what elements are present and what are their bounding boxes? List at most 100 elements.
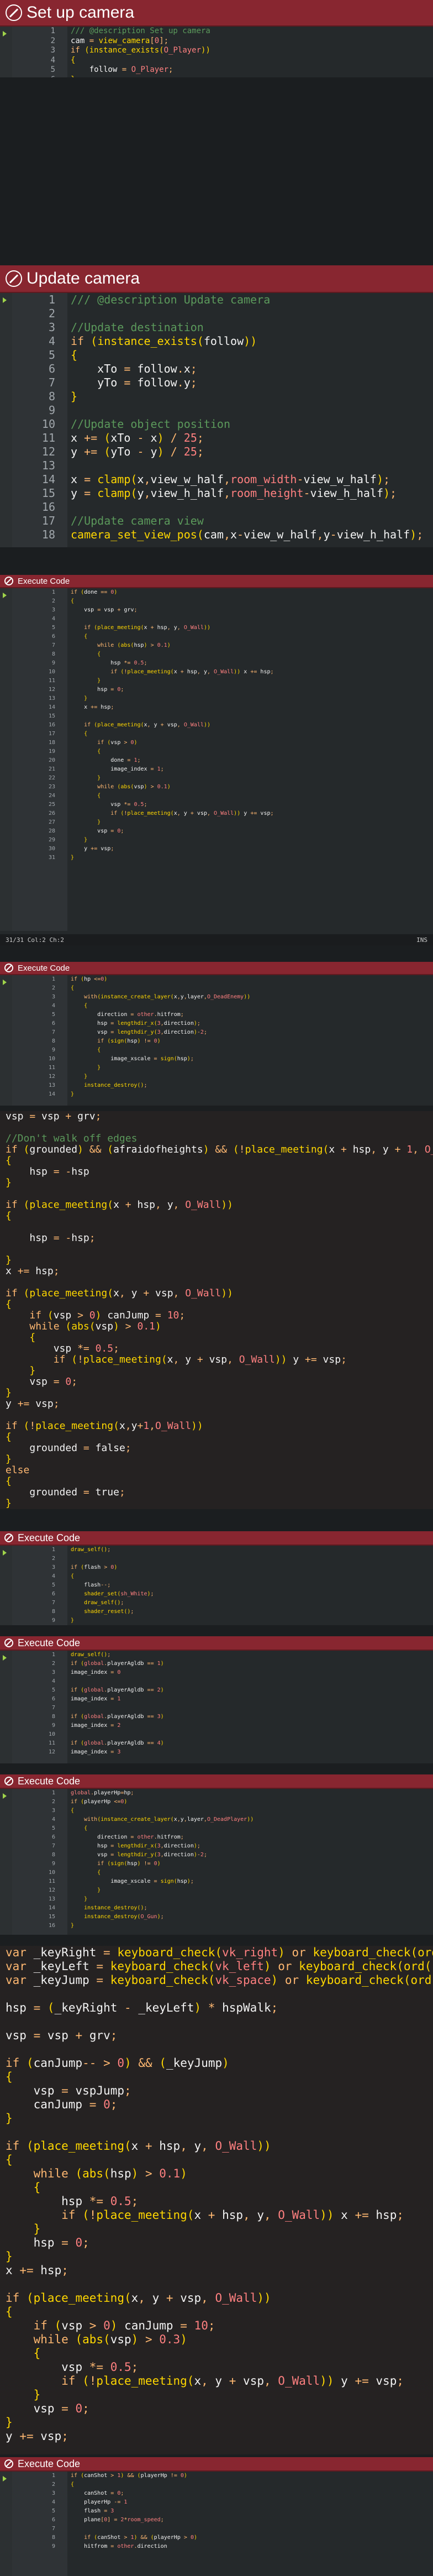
- line-number: 12: [48, 1074, 55, 1080]
- code-lines[interactable]: if (canShot > 1) && (playerHp != 0) { can…: [71, 2472, 433, 2576]
- code-lines[interactable]: draw_self(); if (flash > 0){ flash--; sha…: [71, 1546, 433, 1625]
- code-line: else: [6, 1464, 30, 1476]
- code-editor[interactable]: 1 2 3 4 5 6 7 8 9 10 11 12 draw_self(); if (global.pl…: [0, 1651, 433, 1763]
- line-number: 15: [48, 713, 55, 719]
- line-number: 9: [51, 1722, 55, 1729]
- no-sign-icon: [6, 4, 22, 21]
- code-line: //Update camera view: [71, 514, 204, 527]
- line-number: 2: [51, 2481, 55, 2488]
- line-number: 1: [48, 293, 55, 306]
- line-number: 3: [48, 321, 55, 334]
- code-lines[interactable]: if (done == 0) { vsp = vsp + grv; if (pla…: [71, 588, 433, 931]
- code-line: vsp *= 0.5;: [53, 1343, 119, 1354]
- code-line: }: [97, 819, 101, 825]
- code-lines[interactable]: global.playerHp=hp; if (playerHp <=0) { wi…: [71, 1789, 433, 1935]
- line-number: 7: [51, 1600, 55, 1606]
- code-line: }: [97, 775, 101, 781]
- code-editor[interactable]: 1 2 3 4 5 6 7 8 9 10 11 12 13 14 15 16 global.playerHp=h…: [0, 1789, 433, 1935]
- editor-gutter: [0, 588, 12, 931]
- line-number: 2: [51, 598, 55, 604]
- code-line: {: [84, 1003, 88, 1009]
- window-set-up-camera: Set up camera 1234567891011121314/// @de…: [0, 0, 433, 77]
- line-number: 5: [48, 348, 55, 362]
- line-number: 5: [51, 2508, 55, 2514]
- window-title: Execute Code: [18, 1532, 81, 1543]
- code-editor[interactable]: 1234567891011121314/// @description Set …: [0, 27, 433, 77]
- code-editor[interactable]: 1 2 3 4 5 6 7 8 9 if (canShot > 1) && (playerHp !…: [0, 2472, 433, 2576]
- code-line: if (done == 0): [71, 589, 118, 595]
- code-editor[interactable]: 1 2 3 4 5 6 7 8 9 10 11 12 13 14 15 16 17 18/// @descript…: [0, 293, 433, 547]
- line-number: 4: [51, 1003, 55, 1009]
- code-line: direction = other.hitfrom;: [97, 1012, 184, 1018]
- line-number: 5: [51, 1687, 55, 1693]
- play-arrow-icon: [3, 1655, 7, 1661]
- window-header[interactable]: Execute Code: [0, 1531, 433, 1546]
- code-line: {: [6, 2153, 13, 2166]
- line-number: 1: [51, 1547, 55, 1553]
- code-line: image_index = 0: [71, 1669, 121, 1676]
- code-line: shader_set(sh_White);: [84, 1591, 154, 1597]
- code-line: vsp = vsp + grv;: [6, 2029, 118, 2042]
- line-number: 6: [48, 362, 55, 375]
- code-lines[interactable]: /// @description Update camera //Update d…: [71, 293, 433, 547]
- code-line: hsp = -hsp;: [29, 1232, 96, 1244]
- code-line: {: [97, 651, 101, 657]
- code-line: }: [33, 2388, 41, 2401]
- code-line: }: [71, 1091, 75, 1097]
- line-number: 1: [51, 2473, 55, 2479]
- code-line: with(instance_create_layer(x,y,layer,O_D…: [84, 1816, 254, 1823]
- code-line: }: [97, 1065, 101, 1071]
- code-line: if (canJump-- > 0) && (_keyJump): [6, 2056, 229, 2070]
- code-line: canShot = 0;: [84, 2490, 124, 2496]
- code-lines[interactable]: draw_self();if (global.playerAgldb == 1)…: [71, 1651, 433, 1763]
- code-line: if (global.playerAgldb == 2): [71, 1687, 164, 1693]
- code-line: {: [71, 598, 75, 604]
- code-line: y += vsp;: [6, 1398, 60, 1410]
- line-number: 25: [48, 802, 55, 808]
- code-line: {: [29, 1332, 36, 1343]
- line-number: 3: [51, 2490, 55, 2496]
- code-line: if (global.playerAgldb == 1): [71, 1661, 164, 1667]
- code-line: {: [71, 55, 76, 65]
- code-line: //Don't walk off edges: [6, 1133, 138, 1144]
- window-execute-code-1: Execute Code 1 2 3 4 5 6 7 8 9 10 11 12 13 14 15 16 17 18…: [0, 575, 433, 945]
- window-header[interactable]: Update camera: [0, 265, 433, 293]
- code-line: draw_self();: [84, 1600, 124, 1606]
- code-line: if (!place_meeting(x,y+1,O_Wall)): [6, 1420, 203, 1432]
- code-line: if (place_meeting(x + hsp, y, O_Wall)): [6, 1199, 233, 1211]
- line-number: 5: [51, 1825, 55, 1831]
- window-header[interactable]: Execute Code: [0, 2457, 433, 2472]
- window-header[interactable]: Execute Code: [0, 962, 433, 975]
- code-line: instance_destroy(O_Gun);: [84, 1914, 164, 1920]
- window-execute-code-4: Execute Code 1 2 3 4 5 6 7 8 9 10 11 12 draw_self();…: [0, 1636, 433, 1763]
- code-line: vsp = vspJump;: [33, 2084, 131, 2097]
- code-line: {: [6, 1431, 12, 1443]
- code-editor[interactable]: 1 2 3 4 5 6 7 8 9 10 11 12 13 14 15 16 17 18 19 20 21 22 23 24 2…: [0, 588, 433, 931]
- code-editor[interactable]: 1 2 3 4 5 6 7 8 9 10 11 12 13 14 if (hp <=0){ with(ins…: [0, 975, 433, 1106]
- line-number: 9: [51, 1617, 55, 1624]
- code-line: draw_self();: [71, 1652, 111, 1658]
- line-number: 4: [51, 1816, 55, 1823]
- line-numbers: 1 2 3 4 5 6 7 8 9: [12, 2472, 67, 2576]
- line-number: 8: [51, 1038, 55, 1044]
- no-sign-icon: [4, 2459, 13, 2468]
- code-line: instance_destroy();: [84, 1905, 147, 1911]
- window-header[interactable]: Execute Code: [0, 1774, 433, 1789]
- code-line: }: [71, 855, 75, 861]
- code-line: hsp = -hsp: [29, 1166, 89, 1177]
- line-number: 10: [48, 669, 55, 675]
- window-header[interactable]: Execute Code: [0, 1636, 433, 1651]
- window-header[interactable]: Execute Code: [0, 575, 433, 588]
- code-lines[interactable]: if (hp <=0) { with(instance_create_layer(…: [71, 975, 433, 1106]
- line-number: 14: [48, 1905, 55, 1911]
- window-header[interactable]: Set up camera: [0, 0, 433, 27]
- line-number: 16: [48, 1923, 55, 1929]
- code-line: hsp *= 0.5;: [61, 2195, 139, 2208]
- line-number: 15: [41, 486, 55, 500]
- code-lines[interactable]: /// @description Set up camera cam = view…: [71, 27, 433, 77]
- code-editor[interactable]: 1 2 3 4 5 6 7 8 9 draw_self(); if (flash > 0){ fla…: [0, 1546, 433, 1625]
- code-line: canJump = 0;: [33, 2098, 118, 2111]
